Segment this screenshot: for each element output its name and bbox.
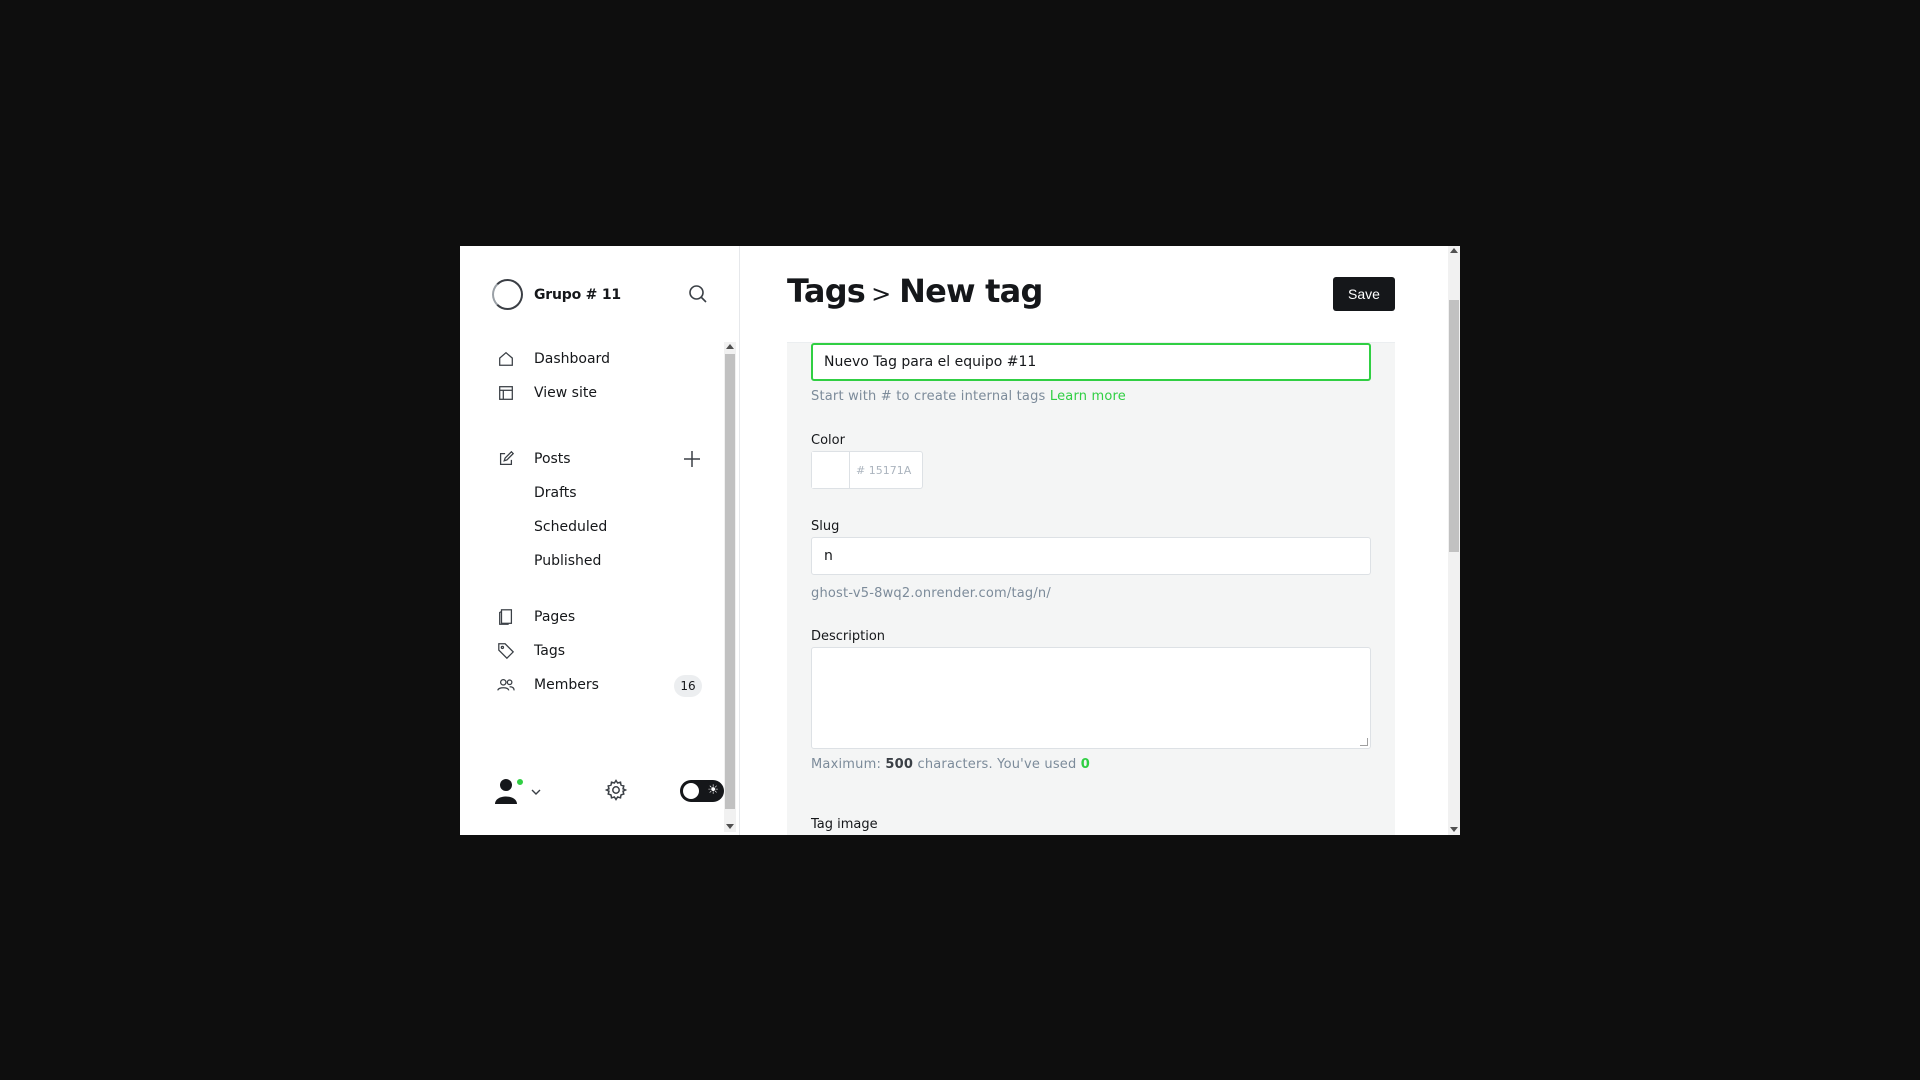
sidebar-item-label: View site [534,385,597,401]
hint-text: Start with # to create internal tags [811,389,1046,404]
scroll-up-icon[interactable] [726,344,734,349]
page-title: New tag [899,272,1043,310]
scroll-down-icon[interactable] [726,824,734,829]
layout-icon [496,383,516,403]
main-scrollbar[interactable] [1448,246,1460,835]
tag-form-panel: Nuevo Tag para el equipo #11 Start with … [787,342,1395,835]
theme-toggle[interactable]: ☀ [680,780,724,802]
sidebar-nav: Dashboard View site Posts Drafts Schedul… [496,342,716,702]
description-label: Description [811,629,886,644]
members-icon [496,675,516,695]
search-icon[interactable] [686,282,710,306]
breadcrumb-separator: > [871,280,892,308]
breadcrumb: Tags > New tag [787,272,1043,310]
sidebar-item-pages[interactable]: Pages [496,600,716,634]
description-char-count: Maximum: 500 characters. You've used 0 [811,757,1090,772]
slug-label: Slug [811,519,840,534]
site-logo-icon [492,279,523,310]
scrollbar-thumb[interactable] [1449,300,1459,552]
sidebar-item-tags[interactable]: Tags [496,634,716,668]
toggle-knob [683,783,699,799]
count-prefix: Maximum: [811,757,882,772]
tag-name-hint: Start with # to create internal tags Lea… [811,389,1126,404]
sidebar-scrollbar[interactable] [724,342,736,832]
slug-input[interactable]: n [811,537,1371,575]
sidebar-item-drafts[interactable]: Drafts [496,476,716,510]
sidebar-item-label: Drafts [534,485,577,501]
sidebar-item-label: Published [534,553,602,569]
slug-url-preview: ghost-v5-8wq2.onrender.com/tag/n/ [811,586,1051,601]
sidebar-item-dashboard[interactable]: Dashboard [496,342,716,376]
sidebar-item-view-site[interactable]: View site [496,376,716,410]
scrollbar-thumb[interactable] [725,354,735,809]
sidebar-item-posts[interactable]: Posts [496,442,716,476]
sidebar-footer: ☀ [492,770,724,810]
count-mid: characters. You've used [917,757,1077,772]
home-icon [496,349,516,369]
tag-image-label: Tag image [811,817,878,832]
description-textarea[interactable] [811,647,1371,749]
app-window: Grupo # 11 Dashboard View site Posts Dra… [460,246,1460,835]
edit-icon [496,449,516,469]
color-hex-input[interactable]: # 15171A [850,452,911,488]
sun-icon: ☀ [707,783,719,798]
sidebar-item-published[interactable]: Published [496,544,716,578]
scroll-up-icon[interactable] [1450,248,1458,253]
tag-name-input[interactable]: Nuevo Tag para el equipo #11 [811,343,1371,381]
sidebar-item-label: Members [534,677,599,693]
chevron-down-icon[interactable] [530,783,542,802]
sidebar-item-label: Pages [534,609,576,625]
online-status-dot [515,777,525,787]
scroll-down-icon[interactable] [1450,827,1458,832]
color-swatch[interactable] [812,452,850,488]
save-button[interactable]: Save [1333,277,1395,311]
brand[interactable]: Grupo # 11 [492,279,621,310]
sidebar: Grupo # 11 Dashboard View site Posts Dra… [460,246,740,835]
sidebar-item-scheduled[interactable]: Scheduled [496,510,716,544]
page-icon [496,607,516,627]
count-used: 0 [1080,757,1091,772]
color-field[interactable]: # 15171A [811,451,923,489]
sidebar-item-label: Dashboard [534,351,610,367]
resize-handle[interactable] [1360,738,1368,746]
count-max: 500 [885,757,914,772]
members-count-badge: 16 [674,675,702,697]
main-content: Tags > New tag Save Nuevo Tag para el eq… [740,246,1448,835]
learn-more-link[interactable]: Learn more [1050,389,1126,404]
sidebar-item-members[interactable]: Members 16 [496,668,716,702]
site-name: Grupo # 11 [534,286,621,303]
breadcrumb-tags-link[interactable]: Tags [787,272,866,310]
sidebar-item-label: Scheduled [534,519,608,535]
sidebar-item-label: Posts [534,451,571,467]
tag-icon [496,641,516,661]
sidebar-item-label: Tags [534,643,565,659]
avatar[interactable] [492,774,525,806]
gear-icon[interactable] [604,778,628,802]
color-label: Color [811,433,845,448]
new-post-plus-icon[interactable] [682,449,702,469]
